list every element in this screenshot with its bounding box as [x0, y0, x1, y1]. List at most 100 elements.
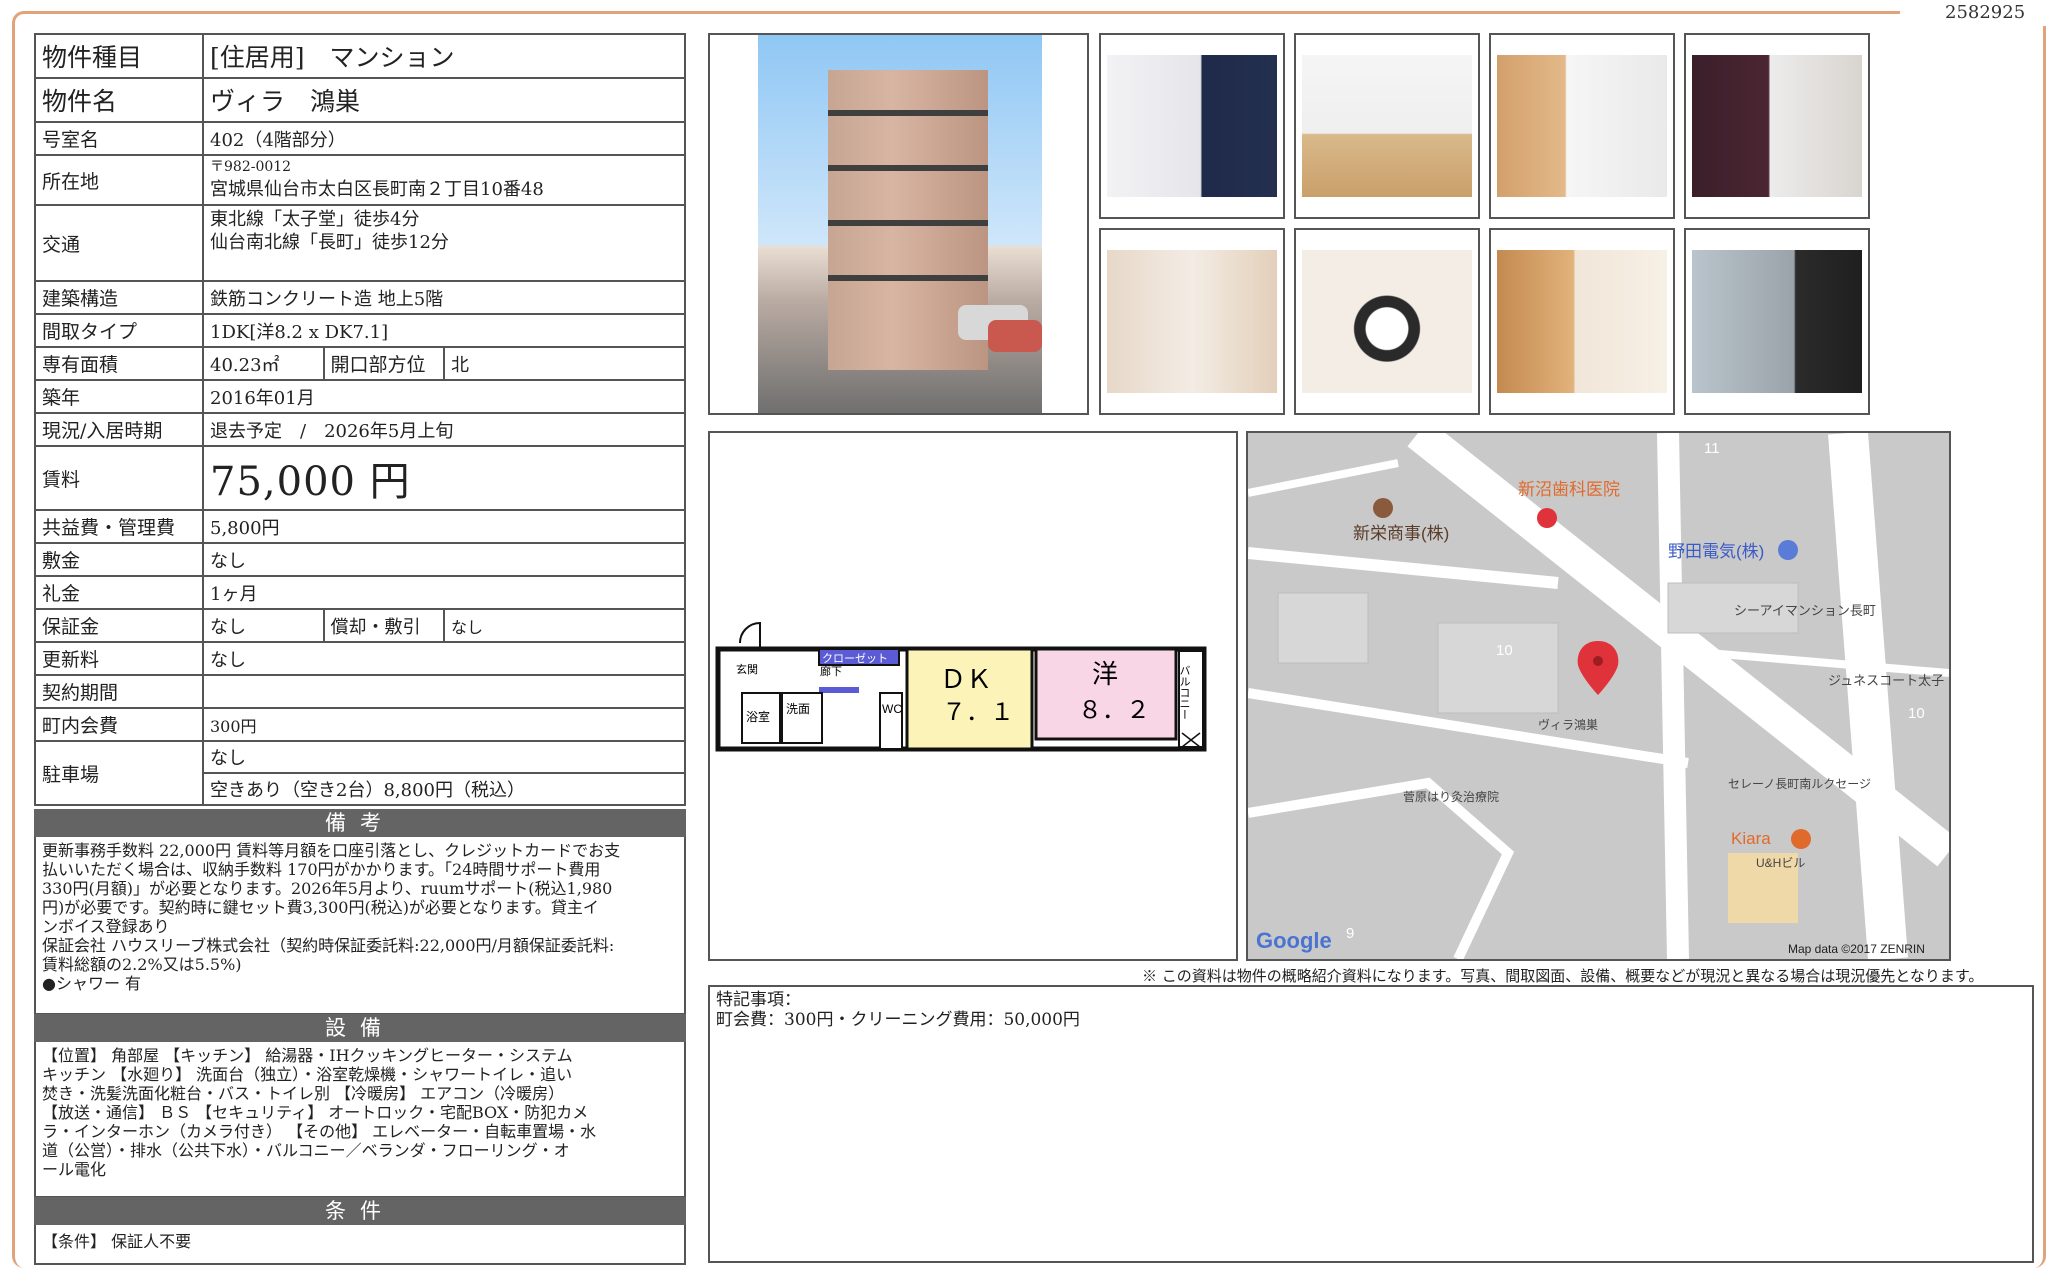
remarks-line: 円)が必要です。契約時に鍵セット費3,300円(税込)が必要となります。貸主イ — [42, 898, 599, 917]
document-id: 2582925 — [1945, 2, 2026, 23]
toilet-photo[interactable] — [1294, 228, 1480, 415]
dk-size: ７．１ — [942, 699, 1014, 726]
built-label: 築年 — [34, 379, 204, 414]
row-guarantee: 保証金 なし 償却・敷引 なし — [34, 608, 686, 643]
equipment-line: キッチン 【水廻り】 洗面台（独立）・浴室乾燥機・シャワートイレ・追い — [42, 1065, 573, 1084]
equipment-line: 【放送・通信】 ＢＳ 【セキュリティ】 オートロック・宅配BOX・防犯カメ — [42, 1103, 589, 1122]
remarks-line: ●シャワー 有 — [42, 974, 142, 993]
map-place: 野田電気(株) — [1668, 542, 1764, 561]
building-photo-image — [758, 35, 1042, 413]
row-transport: 交通 東北線「太子堂」徒歩4分 仙台南北線「長町」徒歩12分 — [34, 204, 686, 282]
type-value: [住居用] マンション — [202, 33, 686, 79]
equipment-box: 【位置】 角部屋 【キッチン】 給湯器・IHクッキングヒーター・システム キッチ… — [34, 1042, 686, 1198]
address-cell: 〒982-0012 宮城県仙台市太白区長町南２丁目10番48 — [202, 154, 686, 206]
wc-label: WC — [882, 702, 902, 716]
type-label: 物件種目 — [34, 33, 204, 79]
closet-photo-image — [1497, 250, 1667, 393]
row-contract: 契約期間 — [34, 674, 686, 709]
equipment-line: 【位置】 角部屋 【キッチン】 給湯器・IHクッキングヒーター・システム — [42, 1046, 573, 1065]
remarks-line: 賃料総額の2.2%又は5.5%) — [42, 955, 242, 974]
direction-value: 北 — [443, 346, 686, 381]
map-place: Kiara — [1731, 829, 1771, 848]
transport-line-1: 東北線「太子堂」徒歩4分 — [210, 209, 420, 230]
map-place: 新沼歯科医院 — [1518, 480, 1620, 499]
map-credit: Map data ©2017 ZENRIN — [1788, 942, 1925, 956]
map-place: 新栄商事(株) — [1353, 524, 1449, 543]
address-label: 所在地 — [34, 154, 204, 206]
equipment-line: ール電化 — [42, 1160, 107, 1179]
washroom-photo-image — [1107, 250, 1277, 393]
poi-dot — [1373, 498, 1393, 518]
area-value: 40.23㎡ — [202, 346, 325, 381]
room-photo-1-image — [1107, 55, 1277, 197]
row-room: 号室名 402（4階部分） — [34, 121, 686, 156]
poi-dot — [1778, 540, 1798, 560]
map-brand: Google — [1256, 928, 1332, 953]
map-place: 菅原はり灸治療院 — [1403, 790, 1499, 804]
deposit-value: なし — [202, 542, 686, 577]
conditions-box: 【条件】 保証人不要 — [34, 1225, 686, 1265]
remarks-line: 330円(月額)」が必要となります。2026年5月より、ruumサポート(税込1… — [42, 879, 613, 898]
closet-photo[interactable] — [1489, 228, 1675, 415]
poi-dot — [1791, 829, 1811, 849]
closet-label: クローゼット — [822, 652, 888, 665]
remarks-line: 更新事務手数料 22,000円 賃料等月額を口座引落とし、クレジットカードでお支 — [42, 841, 621, 860]
room-photo-1[interactable] — [1099, 33, 1285, 219]
contract-value — [202, 674, 686, 709]
building-photo[interactable] — [708, 33, 1089, 415]
parking-value-2: 空きあり（空き2台）8,800円（税込） — [202, 772, 686, 806]
row-status: 現況/入居時期 退去予定 / 2026年5月上旬 — [34, 412, 686, 447]
map-place: U&Hビル — [1756, 856, 1805, 870]
balcony-photo[interactable] — [1684, 228, 1870, 415]
car-red — [988, 320, 1042, 352]
floor-plan: クローゼット 玄関 廊下 浴室 洗面 WC ＤＫ ７．１ 洋 ８．２ バルコニー — [708, 431, 1238, 961]
floor-plan-drawing: クローゼット 玄関 廊下 浴室 洗面 WC ＤＫ ７．１ 洋 ８．２ バルコニー — [715, 621, 1207, 752]
built-value: 2016年01月 — [202, 379, 686, 414]
remarks-box: 更新事務手数料 22,000円 賃料等月額を口座引落とし、クレジットカードでお支… — [34, 837, 686, 1015]
postal-code: 〒982-0012 — [210, 158, 292, 175]
property-table: 物件種目 [住居用] マンション 物件名 ヴィラ 鴻巣 号室名 402（4階部分… — [34, 33, 686, 806]
balcony-label: バルコニー — [1178, 665, 1191, 720]
kitchen-photo[interactable] — [1489, 33, 1675, 219]
row-name: 物件名 ヴィラ 鴻巣 — [34, 77, 686, 123]
room-photo-2[interactable] — [1294, 33, 1480, 219]
washroom-photo[interactable] — [1099, 228, 1285, 415]
bath-photo[interactable] — [1684, 33, 1870, 219]
status-label: 現況/入居時期 — [34, 412, 204, 447]
guarantee-label: 保証金 — [34, 608, 204, 643]
key-money-label: 礼金 — [34, 575, 204, 610]
location-map[interactable]: 4 11 10 10 9 新沼歯科医院 新栄商事(株) 野田電気(株) シーアイ… — [1246, 431, 1951, 961]
corridor-label: 廊下 — [820, 664, 842, 678]
map-drawing: 4 11 10 10 9 新沼歯科医院 新栄商事(株) 野田電気(株) シーアイ… — [1248, 433, 1949, 959]
special-notes-title: 特記事項： — [716, 990, 801, 1010]
renewal-label: 更新料 — [34, 641, 204, 676]
remarks-line: 払いいただく場合は、収納手数料 170円がかかります。「24時間サポート費用 — [42, 860, 601, 879]
row-parking-1: 駐車場 なし — [34, 740, 686, 806]
remarks-heading: 備考 — [34, 809, 686, 837]
equipment-line: ラ・インターホン（カメラ付き） 【その他】 エレベーター・自転車置場・水 — [42, 1122, 597, 1141]
map-place: シーアイマンション長町 — [1734, 603, 1876, 618]
structure-value: 鉄筋コンクリート造 地上5階 — [202, 280, 686, 315]
transport-cell: 東北線「太子堂」徒歩4分 仙台南北線「長町」徒歩12分 — [202, 204, 686, 282]
bath-photo-image — [1692, 55, 1862, 197]
conditions-heading: 条件 — [34, 1197, 686, 1225]
row-built: 築年 2016年01月 — [34, 379, 686, 414]
layout-value: 1DK[洋8.2 x DK7.1] — [202, 313, 686, 348]
special-notes-text: 町会費：300円・クリーニング費用：50,000円 — [716, 1010, 1080, 1030]
parking-value-1: なし — [202, 740, 686, 774]
name-value: ヴィラ 鴻巣 — [202, 77, 686, 123]
western-label: 洋 — [1092, 659, 1118, 689]
equipment-line: 道（公営）・排水（公共下水）・バルコニー／ベランダ・フローリング・オ — [42, 1141, 570, 1160]
rent-label: 賃料 — [34, 445, 204, 511]
key-money-value: 1ヶ月 — [202, 575, 686, 610]
room-photo-2-image — [1302, 55, 1472, 197]
structure-label: 建築構造 — [34, 280, 204, 315]
contract-label: 契約期間 — [34, 674, 204, 709]
map-place: ヴィラ鴻巣 — [1538, 717, 1598, 732]
row-structure: 建築構造 鉄筋コンクリート造 地上5階 — [34, 280, 686, 315]
transport-label: 交通 — [34, 204, 204, 282]
map-place: セレーノ長町南ルクセージ — [1728, 776, 1871, 791]
equipment-heading: 設備 — [34, 1014, 686, 1042]
town-fee-value: 300円 — [202, 707, 686, 742]
row-address: 所在地 〒982-0012 宮城県仙台市太白区長町南２丁目10番48 — [34, 154, 686, 206]
